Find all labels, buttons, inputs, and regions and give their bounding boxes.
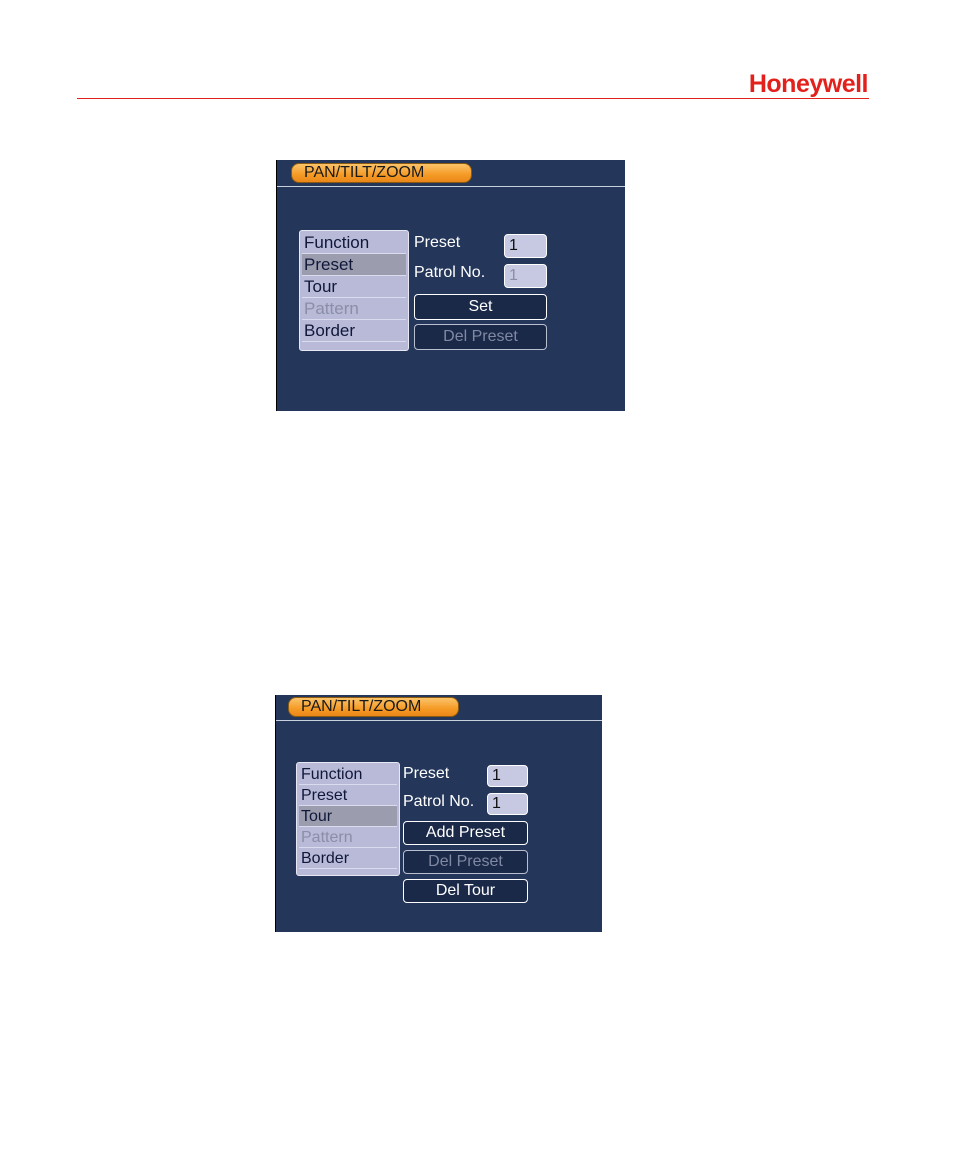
patrol-no-label: Patrol No. [414,264,486,281]
preset-label: Preset [403,765,450,782]
del-tour-button[interactable]: Del Tour [403,879,528,903]
patrol-no-label: Patrol No. [403,793,475,810]
menu-item-function[interactable]: Function [299,764,397,785]
title-divider [277,186,625,187]
header-rule [77,98,869,99]
del-preset-button: Del Preset [403,850,528,874]
del-preset-button: Del Preset [414,324,547,350]
patrol-no-input: 1 [504,264,547,288]
set-button[interactable]: Set [414,294,547,320]
ptz-panel-tour: PAN/TILT/ZOOM Function Preset Tour Patte… [275,695,602,932]
preset-label: Preset [414,234,461,251]
menu-item-pattern: Pattern [302,298,406,320]
ptz-function-menu: Function Preset Tour Pattern Border [296,762,400,876]
menu-item-pattern: Pattern [299,827,397,848]
menu-item-tour[interactable]: Tour [299,806,397,827]
menu-item-border[interactable]: Border [299,848,397,869]
panel-title-tab: PAN/TILT/ZOOM [291,163,472,183]
menu-item-function[interactable]: Function [302,232,406,254]
menu-item-border[interactable]: Border [302,320,406,342]
honeywell-logo: Honeywell [748,70,869,98]
preset-input[interactable]: 1 [504,234,547,258]
add-preset-button[interactable]: Add Preset [403,821,528,845]
title-divider [276,720,602,721]
patrol-no-input[interactable]: 1 [487,793,528,815]
preset-input[interactable]: 1 [487,765,528,787]
menu-item-preset[interactable]: Preset [302,254,406,276]
ptz-function-menu: Function Preset Tour Pattern Border [299,230,409,351]
menu-item-tour[interactable]: Tour [302,276,406,298]
ptz-panel-preset: PAN/TILT/ZOOM Function Preset Tour Patte… [276,160,625,411]
panel-title-tab: PAN/TILT/ZOOM [288,697,459,717]
menu-item-preset[interactable]: Preset [299,785,397,806]
